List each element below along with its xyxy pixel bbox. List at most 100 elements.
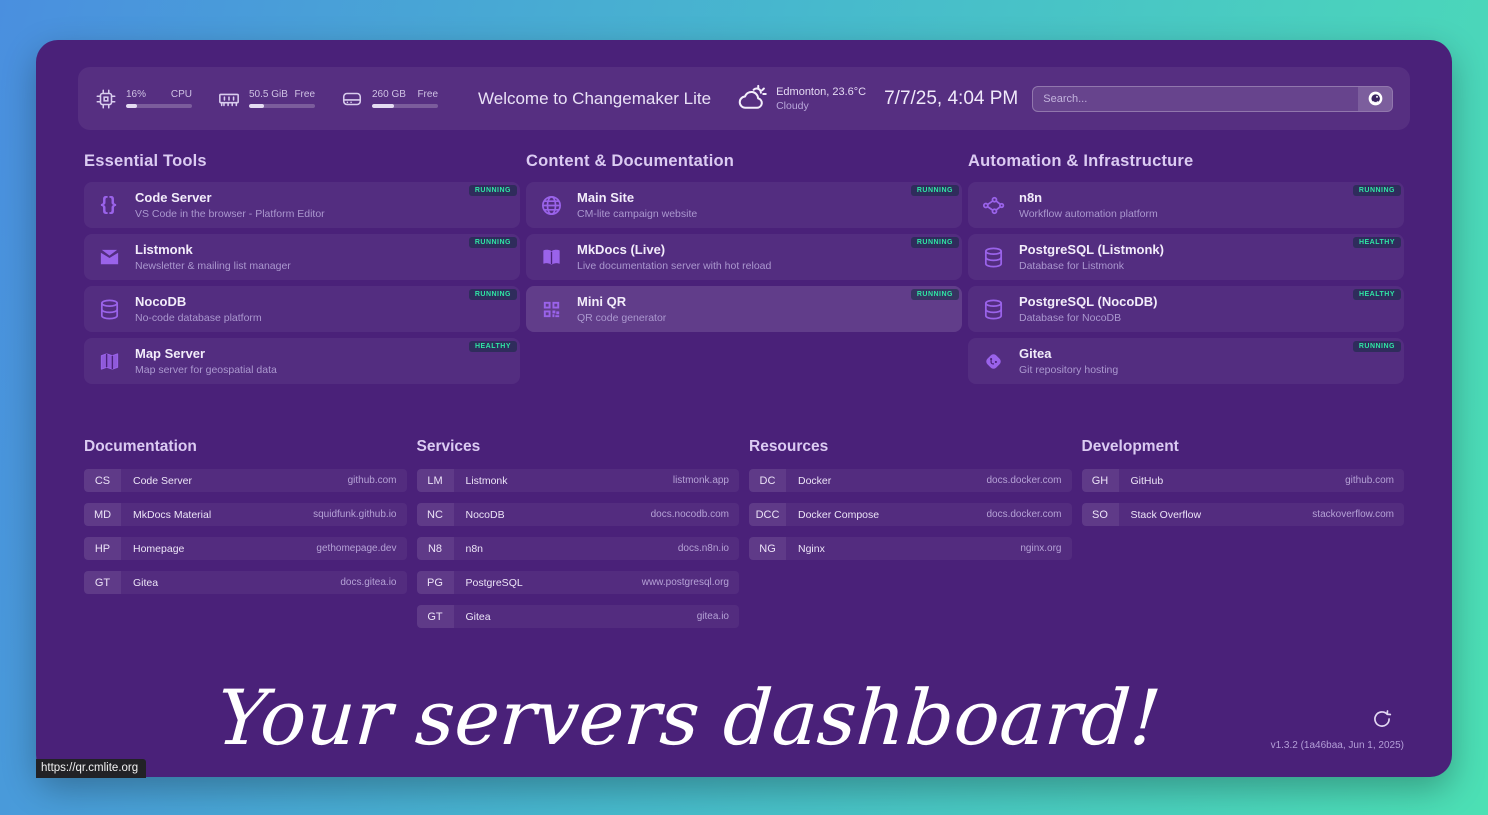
service-description: No-code database platform — [135, 312, 262, 324]
bookmark-code-server[interactable]: CSCode Servergithub.com — [84, 469, 407, 492]
stat-progress-fill — [249, 104, 264, 108]
service-name: Main Site — [577, 190, 697, 206]
status-badge: RUNNING — [1353, 185, 1401, 196]
service-card-map-server[interactable]: Map ServerMap server for geospatial data… — [84, 338, 520, 384]
bookmark-gitea[interactable]: GTGiteagitea.io — [417, 605, 740, 628]
bookmark-abbr: GH — [1082, 469, 1119, 492]
browser-status-url: https://qr.cmlite.org — [36, 759, 146, 778]
database-icon — [980, 244, 1006, 270]
bookmark-nocodb[interactable]: NCNocoDBdocs.nocodb.com — [417, 503, 740, 526]
bookmark-docker[interactable]: DCDockerdocs.docker.com — [749, 469, 1072, 492]
service-card-postgresql-nocodb[interactable]: PostgreSQL (NocoDB)Database for NocoDBHE… — [968, 286, 1404, 332]
bookmark-abbr: NG — [749, 537, 786, 560]
refresh-button[interactable] — [1372, 709, 1392, 729]
weather-text: Edmonton, 23.6°C Cloudy — [776, 85, 866, 112]
status-badge: RUNNING — [1353, 341, 1401, 352]
bookmark-domain: gitea.io — [697, 611, 729, 622]
bookmark-homepage[interactable]: HPHomepagegethomepage.dev — [84, 537, 407, 560]
datetime-text: 7/7/25, 4:04 PM — [884, 88, 1018, 110]
bookmark-github[interactable]: GH GitHub github.com — [1082, 469, 1405, 492]
bookmark-name: Gitea — [466, 611, 491, 623]
bookmark-group-documentation: Documentation CSCode Servergithub.com MDMk… — [84, 438, 407, 605]
bookmark-listmonk[interactable]: LMListmonklistmonk.app — [417, 469, 740, 492]
stat-value: 50.5 GiB — [249, 89, 288, 100]
bookmark-gitea[interactable]: GTGiteadocs.gitea.io — [84, 571, 407, 594]
stat-progress-fill — [126, 104, 137, 108]
service-description: Database for Listmonk — [1019, 260, 1164, 272]
service-card-nocodb[interactable]: NocoDBNo-code database platformRUNNING — [84, 286, 520, 332]
bookmark-abbr: SO — [1082, 503, 1119, 526]
stat-progress-track — [249, 104, 315, 108]
service-description: Git repository hosting — [1019, 364, 1118, 376]
bookmark-nginx[interactable]: NGNginxnginx.org — [749, 537, 1072, 560]
bookmark-name: GitHub — [1131, 475, 1164, 487]
bookmark-domain: docs.gitea.io — [340, 577, 396, 588]
status-badge: RUNNING — [911, 185, 959, 196]
weather-widget[interactable]: Edmonton, 23.6°C Cloudy — [737, 84, 866, 114]
status-badge: RUNNING — [469, 185, 517, 196]
service-description: CM-lite campaign website — [577, 208, 697, 220]
page: { "colors": { "gradient_start": "#4a8fdf… — [0, 0, 1488, 815]
service-card-gitea[interactable]: GiteaGit repository hostingRUNNING — [968, 338, 1404, 384]
bookmark-domain: gethomepage.dev — [316, 543, 396, 554]
bookmark-domain: docs.docker.com — [986, 509, 1061, 520]
service-card-text: Mini QRQR code generator — [577, 294, 666, 324]
stat-text-row: 50.5 GiB Free — [249, 89, 315, 100]
service-card-code-server[interactable]: {}Code ServerVS Code in the browser - Pl… — [84, 182, 520, 228]
globe-icon — [538, 192, 564, 218]
bookmark-group-development: DevelopmentGHGitHubgithub.comSOStack Ove… — [1082, 438, 1405, 537]
service-name: Code Server — [135, 190, 325, 206]
bookmark-postgresql[interactable]: PGPostgreSQLwww.postgresql.org — [417, 571, 740, 594]
service-description: Workflow automation platform — [1019, 208, 1158, 220]
stat-value: 260 GB — [372, 89, 406, 100]
bookmark-docker-compose[interactable]: DCCDocker Composedocs.docker.com — [749, 503, 1072, 526]
section-title: Resources — [749, 438, 1072, 456]
bookmark-domain: docs.nocodb.com — [651, 509, 729, 520]
service-sections: Essential Tools{}Code ServerVS Code in t… — [36, 152, 1452, 390]
section-title: Services — [417, 438, 740, 456]
bookmark-sections: Documentation CSCode Servergithub.com MDMk… — [36, 438, 1452, 639]
stat-label: Free — [294, 89, 315, 100]
service-description: Live documentation server with hot reloa… — [577, 260, 771, 272]
search-provider-button[interactable] — [1358, 87, 1392, 111]
search-input[interactable] — [1033, 87, 1358, 111]
stat-cpu-0: 16%CPU — [95, 88, 192, 110]
section-title: Documentation — [84, 438, 407, 456]
stat-values: 16%CPU — [126, 89, 192, 108]
bookmark-n8n[interactable]: N8n8ndocs.n8n.io — [417, 537, 740, 560]
service-card-mini-qr[interactable]: Mini QRQR code generatorRUNNING — [526, 286, 962, 332]
service-name: Mini QR — [577, 294, 666, 310]
bookmark-group-resources: Resources DCDockerdocs.docker.com DCCDocke… — [749, 438, 1072, 571]
service-card-mkdocs-live[interactable]: MkDocs (Live) Live documentation server w… — [526, 234, 962, 280]
bookmark-mkdocs-material[interactable]: MDMkDocs Materialsquidfunk.github.io — [84, 503, 407, 526]
duckduckgo-icon — [1368, 91, 1383, 106]
bookmark-abbr: N8 — [417, 537, 454, 560]
service-card-postgresql-listmonk[interactable]: PostgreSQL (Listmonk) Database for Listmo… — [968, 234, 1404, 280]
cpu-icon — [95, 88, 117, 110]
section-title: Automation & Infrastructure — [968, 152, 1404, 171]
system-stats: 16%CPU 50.5 GiB Free 260 GBFree — [95, 88, 464, 110]
service-card-listmonk[interactable]: ListmonkNewsletter & mailing list manage… — [84, 234, 520, 280]
gitea-icon — [980, 348, 1006, 374]
service-card-text: Main Site CM-lite campaign website — [577, 190, 697, 220]
version-text: v1.3.2 (1a46baa, Jun 1, 2025) — [1271, 740, 1404, 751]
stat-free-2: 260 GBFree — [341, 88, 438, 110]
service-card-n8n[interactable]: n8nWorkflow automation platformRUNNING — [968, 182, 1404, 228]
bookmark-abbr: DC — [749, 469, 786, 492]
status-badge: RUNNING — [469, 237, 517, 248]
stat-free-1: 50.5 GiB Free — [218, 88, 315, 110]
bookmark-abbr: CS — [84, 469, 121, 492]
tagline-text: Your servers dashboard! — [36, 673, 1452, 762]
bookmark-stack-overflow[interactable]: SOStack Overflowstackoverflow.com — [1082, 503, 1405, 526]
bookmark-name: Listmonk — [466, 475, 508, 487]
status-badge: HEALTHY — [469, 341, 517, 352]
stat-text-row: 260 GBFree — [372, 89, 438, 100]
bookmark-domain: github.com — [1345, 475, 1394, 486]
service-name: MkDocs (Live) — [577, 242, 771, 258]
bookmark-name: Nginx — [798, 543, 825, 555]
service-card-main-site[interactable]: Main Site CM-lite campaign website RUNNING — [526, 182, 962, 228]
bookmark-abbr: PG — [417, 571, 454, 594]
bookmark-name: Homepage — [133, 543, 184, 555]
service-name: PostgreSQL (Listmonk) — [1019, 242, 1164, 258]
section-title: Content & Documentation — [526, 152, 962, 171]
